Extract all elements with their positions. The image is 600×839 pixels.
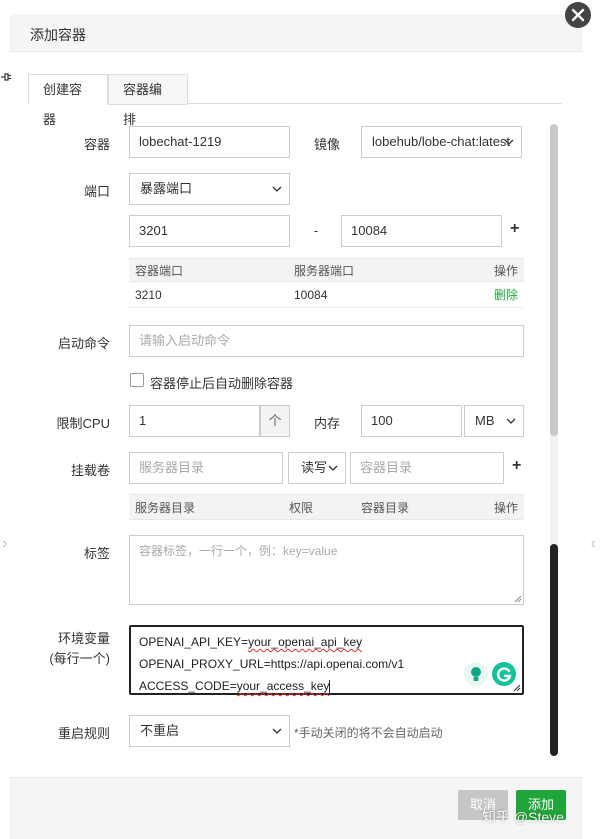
env-line: OPENAI_API_KEY=your_openai_api_key: [139, 635, 363, 649]
chevron-down-icon: [328, 465, 338, 471]
volume-permission-select[interactable]: 读写: [288, 452, 346, 484]
port-table-header-action: 操作: [493, 264, 518, 278]
tags-label: 标签: [83, 546, 110, 561]
spellcheck-marked-text: your_openai_api_key: [248, 635, 363, 649]
auto-remove-checkbox[interactable]: [130, 373, 144, 387]
port-row-server-port: 10084: [294, 288, 328, 302]
port-mode-value: 暴露端口: [140, 181, 193, 196]
container-name-input[interactable]: lobechat-1219: [129, 126, 290, 158]
restart-policy-value: 不重启: [140, 723, 180, 738]
image-label: 镜像: [313, 137, 340, 152]
volume-table-header-server-dir: 服务器目录: [135, 501, 196, 515]
tags-placeholder: 容器标签，一行一个，例：key=value: [139, 544, 338, 558]
delete-port-link[interactable]: 删除: [494, 282, 518, 308]
tab-create-container[interactable]: 创建容器: [28, 74, 108, 127]
env-label: 环境变量: [57, 631, 110, 646]
volume-server-dir-input[interactable]: 服务器目录: [129, 452, 283, 484]
table-row: 3210 10084 删除: [129, 282, 524, 308]
cpu-input[interactable]: 1: [129, 405, 260, 437]
port-separator: -: [313, 223, 319, 238]
port-mode-select[interactable]: 暴露端口: [129, 173, 290, 205]
tags-textarea[interactable]: 容器标签，一行一个，例：key=value: [129, 535, 524, 605]
watermark: 知乎 @Steve: [482, 809, 564, 825]
form-scrollbar[interactable]: [550, 124, 558, 756]
port-table-header: 容器端口 服务器端口 操作: [129, 258, 524, 282]
volume-table-header-container-dir: 容器目录: [361, 501, 410, 515]
scrollbar-thumb-dark[interactable]: [550, 544, 558, 756]
volume-container-dir-input[interactable]: 容器目录: [350, 452, 504, 484]
tab-container-compose[interactable]: 容器编排: [108, 74, 188, 127]
auto-remove-label: 容器停止后自动删除容器: [150, 376, 294, 391]
add-port-button[interactable]: +: [510, 220, 519, 238]
bulb-icon[interactable]: [464, 662, 488, 686]
memory-label: 内存: [313, 416, 340, 431]
scrollbar-thumb[interactable]: [550, 124, 558, 436]
volume-table: 服务器目录 权限 容器目录 操作: [129, 494, 524, 520]
server-port-input[interactable]: 10084: [341, 215, 502, 247]
port-label: 端口: [83, 184, 110, 199]
writing-assistant-icons: [464, 662, 516, 686]
command-input[interactable]: 请输入启动命令: [129, 325, 524, 357]
chevron-down-icon: [272, 186, 282, 192]
dialog-tabs: 创建容器 容器编排: [28, 74, 562, 127]
volume-table-header-action: 操作: [493, 501, 518, 515]
env-line: ACCESS_CODE=your_access_key: [139, 679, 331, 694]
add-volume-button[interactable]: +: [512, 457, 521, 475]
chevron-down-icon: [272, 728, 282, 734]
spellcheck-marked-text: your_access_key: [236, 679, 330, 693]
volume-table-header: 服务器目录 权限 容器目录 操作: [129, 494, 524, 520]
edge-decoration-icon: [2, 540, 7, 548]
chevron-down-icon: [506, 418, 516, 424]
edge-decoration-icon: [591, 540, 596, 548]
memory-input[interactable]: 100: [361, 405, 462, 437]
grammar-g-icon[interactable]: [492, 662, 516, 686]
plug-icon: [1, 73, 11, 81]
text-cursor: [329, 679, 331, 694]
container-port-input[interactable]: 3201: [129, 215, 290, 247]
chevron-down-icon: [504, 139, 514, 145]
resize-handle-icon[interactable]: [514, 595, 522, 603]
image-select-value: lobehub/lobe-chat:latest: [372, 134, 511, 149]
restart-label: 重启规则: [57, 726, 110, 741]
port-row-container-port: 3210: [135, 288, 162, 302]
restart-policy-select[interactable]: 不重启: [129, 715, 290, 747]
close-icon[interactable]: [565, 2, 591, 28]
env-sublabel: (每行一个): [49, 651, 110, 666]
cpu-stepper[interactable]: 个: [260, 405, 290, 437]
volume-permission-value: 读写: [301, 460, 328, 475]
env-line: OPENAI_PROXY_URL=https://api.openai.com/…: [139, 657, 405, 671]
container-label: 容器: [83, 137, 110, 152]
image-select[interactable]: lobehub/lobe-chat:latest: [361, 126, 522, 158]
volume-label: 挂载卷: [70, 463, 110, 478]
memory-unit-value: MB: [475, 413, 495, 428]
restart-hint: *手动关闭的将不会自动启动: [294, 726, 443, 740]
port-table-header-container-port: 容器端口: [135, 264, 184, 278]
cpu-label: 限制CPU: [56, 416, 110, 431]
memory-unit-select[interactable]: MB: [464, 405, 524, 437]
port-table: 容器端口 服务器端口 操作 3210 10084 删除: [129, 258, 524, 310]
command-label: 启动命令: [57, 336, 110, 351]
volume-table-header-permission: 权限: [289, 501, 314, 515]
dialog-titlebar: 添加容器: [10, 14, 582, 52]
dialog-title: 添加容器: [30, 27, 86, 43]
port-table-header-server-port: 服务器端口: [294, 264, 355, 278]
